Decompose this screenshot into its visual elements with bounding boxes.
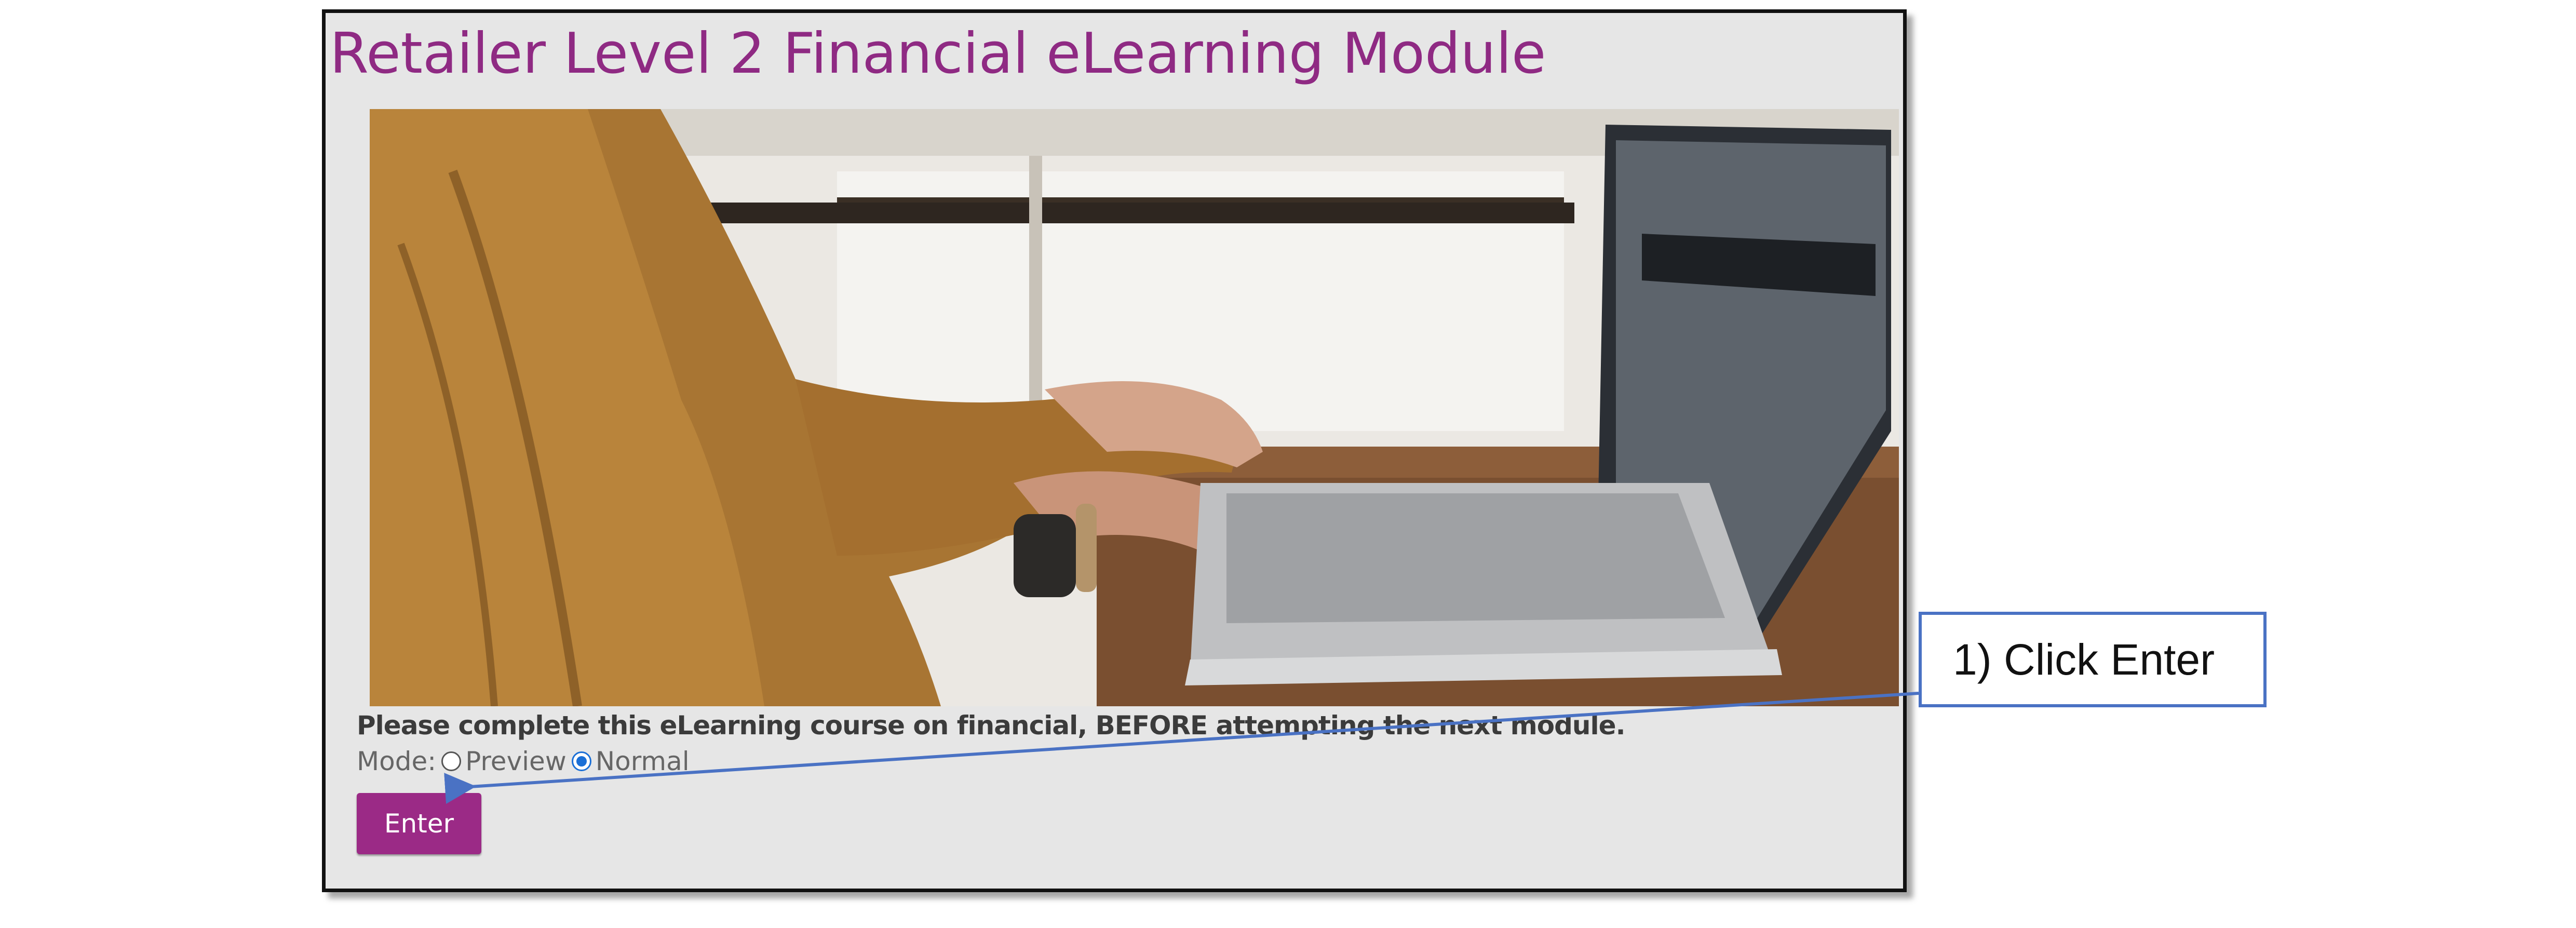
hero-image xyxy=(370,109,1899,706)
preview-radio-label[interactable]: Preview xyxy=(465,744,567,778)
normal-radio[interactable] xyxy=(571,751,591,771)
mode-label: Mode: xyxy=(357,746,437,776)
enter-button[interactable]: Enter xyxy=(357,793,481,854)
stage: Retailer Level 2 Financial eLearning Mod… xyxy=(0,0,2576,928)
mode-selector: Mode: Preview Normal xyxy=(357,744,690,778)
elearning-screenshot: Retailer Level 2 Financial eLearning Mod… xyxy=(322,9,1907,892)
preview-radio[interactable] xyxy=(441,751,462,771)
intro-text: Please complete this eLearning course on… xyxy=(357,710,1626,741)
module-title: Retailer Level 2 Financial eLearning Mod… xyxy=(330,21,1546,86)
normal-radio-label[interactable]: Normal xyxy=(596,744,690,778)
callout-box: 1) Click Enter xyxy=(1919,612,2267,707)
